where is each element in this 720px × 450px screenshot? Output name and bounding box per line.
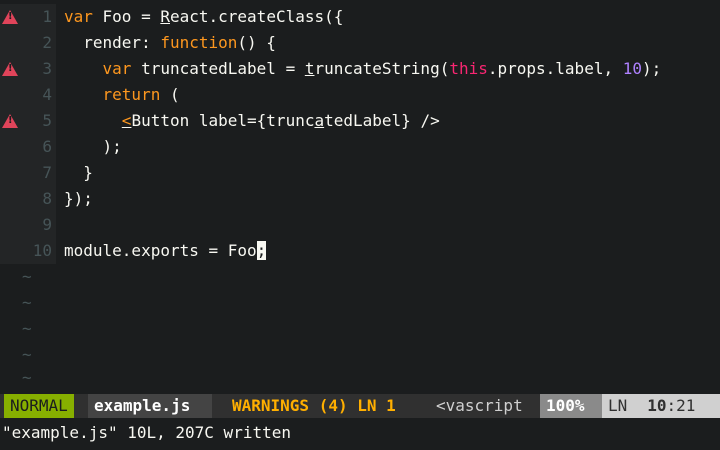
code-token: a bbox=[314, 111, 325, 130]
sign-column bbox=[0, 82, 22, 108]
sign-column bbox=[0, 56, 22, 82]
code-token: .props.label, bbox=[487, 59, 623, 78]
sign-column bbox=[0, 186, 22, 212]
code-token: () { bbox=[237, 33, 276, 52]
keyword: var bbox=[102, 59, 132, 78]
code-text: <Button label={truncatedLabel} /> bbox=[64, 108, 440, 134]
code-text: } bbox=[64, 163, 93, 182]
code-line[interactable]: 6 ); bbox=[0, 134, 720, 160]
code-line[interactable]: 4 return ( bbox=[0, 82, 720, 108]
this-keyword: this bbox=[449, 59, 488, 78]
code-text: var truncatedLabel = truncateString(this… bbox=[64, 56, 662, 82]
keyword: return bbox=[102, 85, 161, 104]
line-number: 9 bbox=[22, 212, 56, 238]
code-line[interactable]: 10 module.exports = Foo; bbox=[0, 238, 720, 264]
sign-column bbox=[0, 108, 22, 134]
cursor-position: LN 10:21 bbox=[602, 394, 720, 418]
code-token: truncatedLabel = bbox=[131, 59, 305, 78]
scroll-percent: 100% bbox=[540, 394, 602, 418]
line-number: 2 bbox=[22, 30, 56, 56]
command-line[interactable]: "example.js" 10L, 207C written bbox=[0, 420, 720, 446]
code-line[interactable]: 8 }); bbox=[0, 186, 720, 212]
sign-column bbox=[0, 160, 22, 186]
text-cursor: ; bbox=[256, 241, 267, 260]
code-token: module.exports = Foo bbox=[64, 241, 257, 260]
code-token: tedLabel} /> bbox=[324, 111, 440, 130]
code-token: render: bbox=[64, 33, 161, 52]
code-text: return ( bbox=[64, 82, 180, 108]
code-text: module.exports = Foo; bbox=[64, 238, 267, 264]
code-token: Foo = bbox=[92, 7, 161, 26]
code-token: ( bbox=[160, 85, 180, 104]
code-line[interactable]: 9 bbox=[0, 212, 720, 238]
code-token: R bbox=[160, 7, 170, 26]
sign-column bbox=[0, 4, 22, 30]
code-text: ); bbox=[64, 137, 122, 156]
status-line: NORMAL example.js WARNINGS (4) LN 1 <vas… bbox=[0, 394, 720, 418]
tag-bracket: < bbox=[121, 111, 132, 130]
empty-line-tilde: ~ bbox=[22, 319, 32, 338]
line-number: 10 bbox=[22, 238, 56, 264]
code-line[interactable]: 7 } bbox=[0, 160, 720, 186]
line-number: 7 bbox=[22, 160, 56, 186]
sign-column bbox=[0, 30, 22, 56]
code-line[interactable]: 5 <Button label={truncatedLabel} /> bbox=[0, 108, 720, 134]
keyword: var bbox=[64, 7, 93, 26]
line-number: 5 bbox=[22, 108, 56, 134]
file-name: example.js bbox=[88, 394, 212, 418]
code-text: var Foo = React.createClass({ bbox=[64, 4, 343, 30]
empty-line-tilde: ~ bbox=[22, 345, 32, 364]
code-line[interactable]: 2 render: function() { bbox=[0, 30, 720, 56]
code-token: eact.createClass({ bbox=[169, 7, 344, 26]
code-text: render: function() { bbox=[64, 30, 276, 56]
line-value: 10 bbox=[647, 396, 667, 415]
sign-column bbox=[0, 212, 22, 238]
empty-line-tilde: ~ bbox=[22, 293, 32, 312]
file-type: <vascript bbox=[436, 396, 523, 415]
line-number: 8 bbox=[22, 186, 56, 212]
line-number: 1 bbox=[22, 4, 56, 30]
line-number: 4 bbox=[22, 82, 56, 108]
code-token: runcateString( bbox=[314, 59, 450, 78]
empty-line-tilde: ~ bbox=[22, 267, 32, 286]
line-number: 6 bbox=[22, 134, 56, 160]
warning-sign-icon bbox=[2, 114, 18, 128]
warning-sign-icon bbox=[2, 62, 18, 76]
sign-column bbox=[0, 238, 22, 264]
sign-column bbox=[0, 134, 22, 160]
line-number: 3 bbox=[22, 56, 56, 82]
keyword: function bbox=[160, 33, 238, 52]
warning-sign-icon bbox=[2, 10, 18, 24]
code-line[interactable]: 3 var truncatedLabel = truncateString(th… bbox=[0, 56, 720, 82]
number-literal: 10 bbox=[622, 59, 642, 78]
ln-label: LN bbox=[608, 396, 628, 415]
code-token: Button label={trunc bbox=[131, 111, 315, 130]
warnings-indicator: WARNINGS (4) LN 1 bbox=[232, 396, 396, 415]
editor-pane[interactable]: 1 var Foo = React.createClass({ 2 render… bbox=[0, 4, 720, 390]
code-token: ); bbox=[641, 59, 662, 78]
code-line[interactable]: 1 var Foo = React.createClass({ bbox=[0, 4, 720, 30]
column-value: :21 bbox=[666, 396, 696, 415]
mode-indicator: NORMAL bbox=[4, 394, 74, 418]
empty-line-tilde: ~ bbox=[22, 368, 32, 387]
code-text: }); bbox=[64, 189, 93, 208]
